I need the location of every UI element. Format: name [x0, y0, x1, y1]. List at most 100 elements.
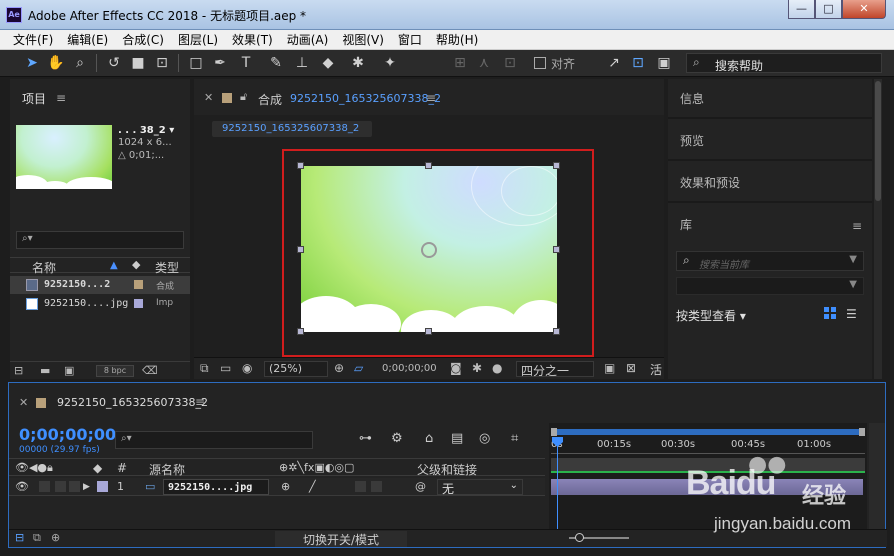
frame-blending-icon[interactable]: ▤: [451, 431, 463, 446]
menu-help[interactable]: 帮助(H): [429, 30, 485, 49]
close-tab-icon[interactable]: ✕: [204, 91, 213, 104]
in-out-icon[interactable]: ⊕: [51, 531, 60, 544]
new-composition-icon[interactable]: ▣: [64, 364, 74, 377]
column-source-name[interactable]: 源名称: [149, 461, 185, 478]
timeline-current-time[interactable]: 0;00;00;00: [19, 425, 116, 444]
maximize-button[interactable]: □: [815, 0, 842, 19]
timeline-scrollbar[interactable]: [869, 423, 885, 529]
resolution-dropdown[interactable]: 四分之一: [516, 361, 594, 378]
adjustment-switch[interactable]: [371, 481, 382, 492]
timeline-graph[interactable]: 0s 00:15s 00:30s 00:45s 01:00s: [549, 423, 867, 529]
hand-tool-icon[interactable]: ✋: [46, 53, 66, 73]
help-search-field[interactable]: ⌕ 搜索帮助: [686, 53, 882, 73]
transform-handle[interactable]: [297, 328, 304, 335]
transform-handle[interactable]: [553, 246, 560, 253]
motion-blur-icon[interactable]: ◎: [479, 431, 490, 446]
transform-handle[interactable]: [553, 328, 560, 335]
info-panel-tab[interactable]: 信息: [680, 90, 704, 107]
composition-tab-name[interactable]: 9252150_165325607338_2: [290, 92, 441, 105]
transform-handle[interactable]: [553, 162, 560, 169]
menu-animation[interactable]: 动画(A): [280, 30, 336, 49]
effect-switch[interactable]: [355, 481, 366, 492]
pen-tool-icon[interactable]: ✒: [210, 53, 230, 73]
interpret-footage-icon[interactable]: ⊟: [14, 364, 23, 377]
composition-subtab[interactable]: 9252150_165325607338_2: [212, 121, 372, 137]
camera-tool-icon[interactable]: ■: [128, 53, 148, 73]
axis-view-icon[interactable]: ⊡: [500, 53, 520, 73]
label-tag-icon[interactable]: ◆: [132, 258, 140, 271]
column-number[interactable]: #: [117, 461, 127, 475]
new-folder-icon[interactable]: ▬: [40, 364, 50, 377]
fast-previews-icon[interactable]: ▣: [604, 361, 615, 375]
comp-flowchart-icon[interactable]: ⊶: [359, 431, 372, 446]
snap-options-icon[interactable]: ↗: [604, 53, 624, 73]
workspace-icon[interactable]: ⊡: [628, 53, 648, 73]
close-window-button[interactable]: ✕: [842, 0, 886, 19]
current-time-display[interactable]: 0;00;00;00: [382, 363, 437, 374]
chevron-down-icon[interactable]: ▼: [849, 254, 857, 265]
menu-edit[interactable]: 编辑(E): [60, 30, 115, 49]
timeline-comp-name[interactable]: 9252150_165325607338_2: [57, 396, 208, 409]
composition-tab-label[interactable]: 合成: [258, 91, 282, 108]
selection-tool-icon[interactable]: ➤: [22, 53, 42, 73]
show-snapshot-icon[interactable]: ✱: [472, 361, 482, 375]
project-panel-title[interactable]: 项目: [22, 90, 46, 107]
layer-switches-toggle-icon[interactable]: ⊟: [15, 531, 24, 544]
library-dropdown[interactable]: ▼: [676, 277, 864, 295]
scrollbar-thumb[interactable]: [875, 81, 881, 201]
transparency-grid-icon[interactable]: ▱: [354, 361, 363, 375]
menu-file[interactable]: 文件(F): [6, 30, 60, 49]
axis-local-icon[interactable]: ⊞: [450, 53, 470, 73]
zoom-tool-icon[interactable]: ⌕: [70, 53, 90, 73]
keyboard-icon[interactable]: ▣: [654, 53, 674, 73]
timeline-search-input[interactable]: ⌕▾: [115, 431, 313, 449]
active-camera-label[interactable]: 活: [650, 361, 662, 378]
effects-presets-panel-tab[interactable]: 效果和预设: [680, 174, 740, 191]
monitor-icon[interactable]: ▭: [220, 361, 231, 375]
shy-switch-icon[interactable]: ⊕: [281, 480, 290, 493]
graph-editor-icon[interactable]: ⌗: [511, 431, 518, 446]
anchor-point-icon[interactable]: [421, 242, 437, 258]
quality-switch-icon[interactable]: ╱: [309, 480, 316, 493]
time-ruler[interactable]: [551, 453, 865, 454]
menu-view[interactable]: 视图(V): [335, 30, 391, 49]
trash-icon[interactable]: ⌫: [142, 364, 158, 377]
brush-tool-icon[interactable]: ✎: [266, 53, 286, 73]
sort-ascending-icon[interactable]: ▲: [110, 260, 118, 271]
zoom-slider-knob[interactable]: [575, 533, 584, 542]
roto-brush-tool-icon[interactable]: ✱: [348, 53, 368, 73]
puppet-pin-tool-icon[interactable]: ✦: [380, 53, 400, 73]
toggle-switches-modes-button[interactable]: 切换开关/模式: [275, 531, 407, 547]
toggle-transparency-icon[interactable]: ⊠: [626, 361, 636, 375]
pick-whip-icon[interactable]: @: [415, 480, 426, 493]
project-item-row[interactable]: 9252150...2 合成: [10, 276, 190, 294]
mask-visibility-icon[interactable]: ◉: [242, 361, 252, 375]
panel-menu-icon[interactable]: ≡: [195, 395, 205, 409]
label-color-swatch[interactable]: [134, 299, 143, 308]
menu-effect[interactable]: 效果(T): [225, 30, 280, 49]
bit-depth-button[interactable]: 8 bpc: [96, 365, 134, 377]
audio-toggle[interactable]: [39, 481, 50, 492]
column-type[interactable]: 类型: [155, 259, 179, 276]
eye-icon[interactable]: 👁: [15, 480, 29, 493]
minimize-button[interactable]: —: [788, 0, 815, 19]
lock-toggle[interactable]: [69, 481, 80, 492]
always-preview-icon[interactable]: ⧉: [200, 361, 209, 376]
av-features-icons[interactable]: 👁◀︎●🔒︎: [15, 461, 53, 475]
transform-handle[interactable]: [425, 162, 432, 169]
layer-switches-icons[interactable]: ⊕✲╲fx▣◐◎▢: [279, 461, 354, 474]
rectangle-tool-icon[interactable]: □: [186, 53, 206, 73]
clone-stamp-tool-icon[interactable]: ⊥: [292, 53, 312, 73]
work-area-bar[interactable]: [551, 458, 865, 472]
menu-composition[interactable]: 合成(C): [115, 30, 171, 49]
menu-layer[interactable]: 图层(L): [171, 30, 225, 49]
transform-handle[interactable]: [297, 246, 304, 253]
project-search-input[interactable]: ⌕▾: [16, 231, 184, 249]
snap-checkbox[interactable]: [534, 57, 546, 69]
column-parent[interactable]: 父级和链接: [417, 461, 477, 478]
parent-dropdown[interactable]: 无 ⌄: [437, 479, 523, 496]
panel-menu-icon[interactable]: ≡: [852, 219, 862, 233]
panel-menu-icon[interactable]: ≡: [56, 91, 66, 105]
timeline-layer-row[interactable]: 👁 ▶ 1 ▭ 9252150....jpg ⊕ ╱ @ 无 ⌄: [9, 478, 545, 496]
layer-duration-bar[interactable]: [551, 479, 863, 495]
